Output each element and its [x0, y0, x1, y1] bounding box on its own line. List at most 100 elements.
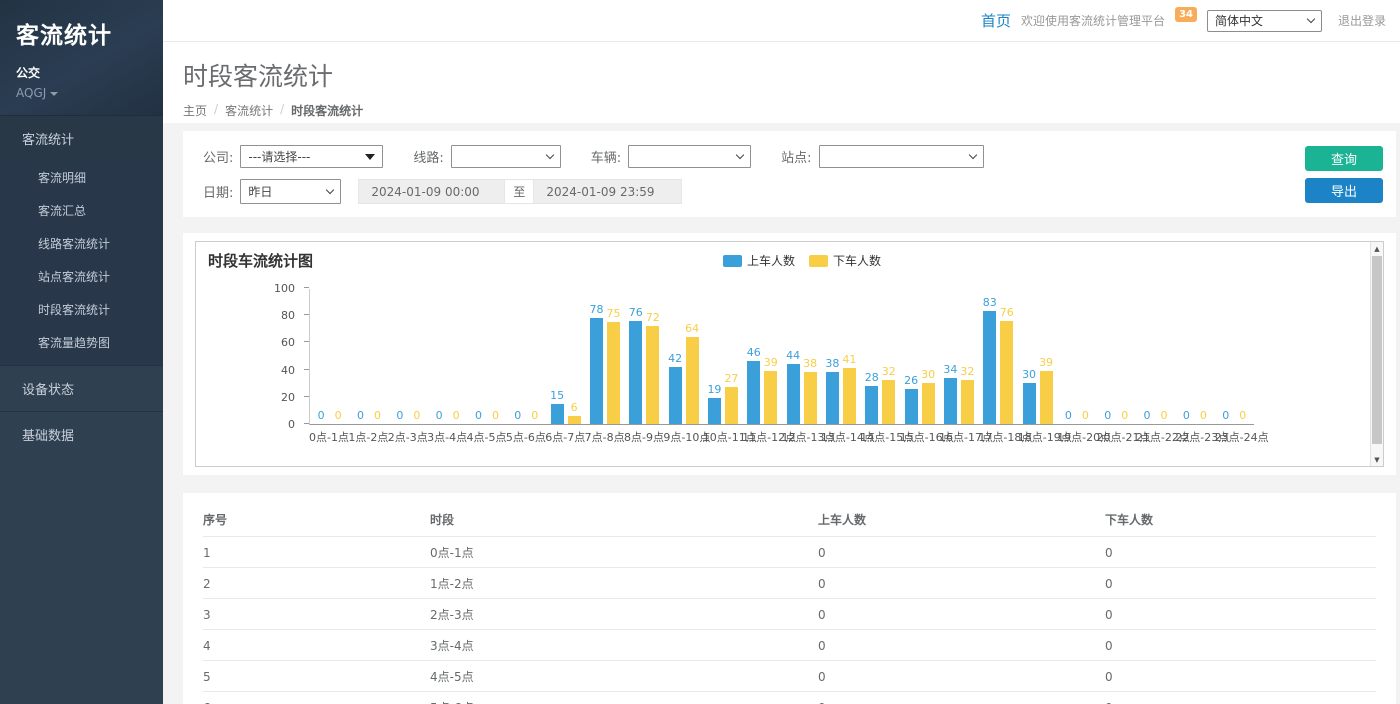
bar-value-label: 0 [1161, 410, 1168, 422]
bar-group: 3841 [821, 289, 860, 424]
line-select[interactable] [451, 145, 561, 168]
content-area: 公司: ---请选择--- 线路: 车辆: 站点: [163, 123, 1400, 704]
bar [882, 380, 895, 424]
sidebar-item-period-stats[interactable]: 时段客流统计 [0, 293, 163, 326]
bar-group: 4639 [743, 289, 782, 424]
date-preset-value: 昨日 [248, 183, 272, 200]
bar-value-label: 39 [1039, 357, 1053, 369]
chevron-down-icon [968, 151, 976, 159]
sidebar-item-device-status[interactable]: 设备状态 [0, 366, 163, 411]
table-cell: 5点-6点 [430, 692, 818, 704]
table-cell: 6 [203, 692, 430, 704]
chart-y-axis: 020406080100 [196, 289, 304, 425]
legend-item[interactable]: 下车人数 [809, 252, 881, 269]
sidebar-brand-area: 客流统计 公交 AQGJ [0, 0, 163, 115]
sidebar-nav: 客流统计 客流明细 客流汇总 线路客流统计 站点客流统计 时段客流统计 客流量趋… [0, 115, 163, 457]
chart-vertical-scrollbar[interactable]: ▲ ▼ [1370, 242, 1383, 466]
bar-group: 00 [1097, 289, 1136, 424]
bar-value-label: 0 [413, 410, 420, 422]
scroll-down-icon[interactable]: ▼ [1371, 453, 1383, 466]
logout-link[interactable]: 退出登录 [1338, 12, 1386, 29]
bar-column: 0 [393, 410, 407, 424]
bar-group: 00 [389, 289, 428, 424]
breadcrumb-passenger-stats[interactable]: 客流统计 [225, 102, 273, 119]
bar-value-label: 0 [357, 410, 364, 422]
bar-column: 0 [432, 410, 446, 424]
bar-value-label: 32 [960, 366, 974, 378]
scroll-up-icon[interactable]: ▲ [1371, 242, 1383, 255]
date-start-input[interactable]: 2024-01-09 00:00 [358, 179, 505, 204]
table-cell: 4点-5点 [430, 661, 818, 692]
bar-group: 2630 [900, 289, 939, 424]
export-button[interactable]: 导出 [1305, 178, 1383, 203]
bar-value-label: 83 [983, 297, 997, 309]
chevron-down-icon [50, 92, 58, 96]
filter-panel: 公司: ---请选择--- 线路: 车辆: 站点: [183, 131, 1396, 217]
bar-value-label: 0 [335, 410, 342, 422]
line-label: 线路: [413, 147, 443, 166]
home-link[interactable]: 首页 [981, 10, 1011, 31]
bar-value-label: 0 [453, 410, 460, 422]
sidebar-item-passenger-stats[interactable]: 客流统计 [0, 116, 163, 161]
chart-legend: 上车人数下车人数 [723, 252, 881, 269]
legend-swatch-icon [723, 255, 742, 267]
bar-value-label: 0 [475, 410, 482, 422]
bar-column: 41 [842, 354, 856, 424]
bar-value-label: 0 [1183, 410, 1190, 422]
bar [1040, 371, 1053, 424]
query-button[interactable]: 查询 [1305, 146, 1383, 171]
language-select[interactable]: 简体中文 [1207, 10, 1322, 32]
bar-value-label: 46 [747, 347, 761, 359]
bar-value-label: 0 [1144, 410, 1151, 422]
bar-value-label: 38 [803, 358, 817, 370]
bar [669, 367, 682, 424]
bar-value-label: 78 [589, 304, 603, 316]
y-tick-mark [304, 341, 309, 342]
sidebar-item-line-stats[interactable]: 线路客流统计 [0, 227, 163, 260]
sidebar-item-base-data[interactable]: 基础数据 [0, 412, 163, 457]
sidebar-item-passenger-detail[interactable]: 客流明细 [0, 161, 163, 194]
breadcrumb-separator: / [214, 102, 218, 119]
legend-item[interactable]: 上车人数 [723, 252, 795, 269]
bar [865, 386, 878, 424]
company-select[interactable]: ---请选择--- [240, 145, 383, 168]
bar [590, 318, 603, 424]
sidebar: 客流统计 公交 AQGJ 客流统计 客流明细 客流汇总 线路客流统计 站点客流统… [0, 0, 163, 704]
date-end-input[interactable]: 2024-01-09 23:59 [533, 179, 682, 204]
sidebar-item-passenger-summary[interactable]: 客流汇总 [0, 194, 163, 227]
breadcrumb-home[interactable]: 主页 [183, 102, 207, 119]
bar-group: 00 [1215, 289, 1254, 424]
bar-value-label: 0 [318, 410, 325, 422]
bar-value-label: 76 [629, 307, 643, 319]
bar-group: 3432 [939, 289, 978, 424]
table-cell: 0 [1105, 661, 1376, 692]
breadcrumb-separator: / [280, 102, 284, 119]
bar-column: 0 [1236, 410, 1250, 424]
bar-value-label: 27 [724, 373, 738, 385]
bar-column: 42 [668, 353, 682, 424]
x-tick-label: 13点-14点 [821, 429, 860, 445]
user-name: AQGJ [16, 86, 46, 100]
bar-column: 0 [331, 410, 345, 424]
sidebar-item-station-stats[interactable]: 站点客流统计 [0, 260, 163, 293]
vehicle-select[interactable] [628, 145, 751, 168]
bar-column: 72 [646, 312, 660, 424]
x-tick-label: 22点-23点 [1175, 429, 1214, 445]
user-dropdown[interactable]: AQGJ [16, 86, 149, 100]
bar-group: 00 [1057, 289, 1096, 424]
date-preset-select[interactable]: 昨日 [240, 179, 341, 204]
bar-column: 32 [882, 366, 896, 424]
y-tick-label: 80 [281, 309, 295, 322]
sidebar-item-trend-chart[interactable]: 客流量趋势图 [0, 326, 163, 359]
bar [747, 361, 760, 424]
table-cell: 0 [818, 568, 1105, 599]
company-label: 公司: [203, 147, 233, 166]
scrollbar-thumb[interactable] [1372, 256, 1382, 444]
table-header-cell: 上车人数 [818, 502, 1105, 537]
station-select[interactable] [819, 145, 984, 168]
table-cell: 0 [818, 661, 1105, 692]
bar-column: 0 [528, 410, 542, 424]
x-tick-label: 11点-12点 [742, 429, 781, 445]
bar-column: 0 [314, 410, 328, 424]
bar-column: 0 [1078, 410, 1092, 424]
